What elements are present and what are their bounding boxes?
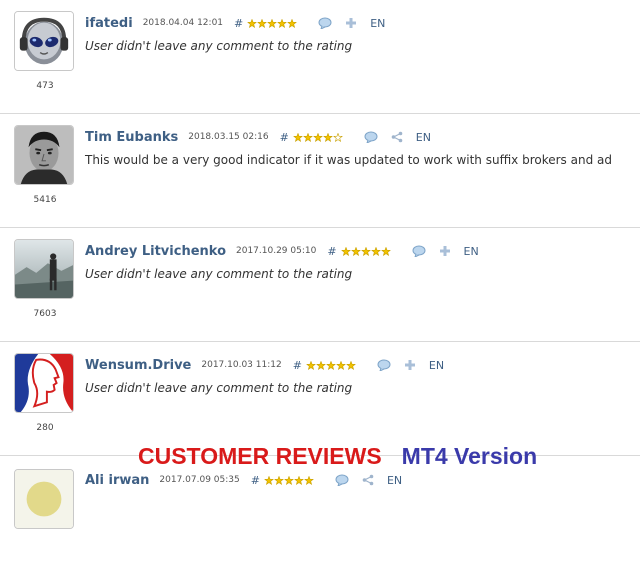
permalink-hash[interactable]: # [280,131,289,144]
star-filled-icon [302,132,313,142]
star-filled-icon [247,18,258,28]
author-link[interactable]: Tim Eubanks [85,130,178,145]
star-filled-icon [380,246,391,256]
share-icon[interactable] [361,474,375,486]
comment-icon[interactable] [318,17,332,29]
star-filled-icon [360,246,371,256]
plus-icon[interactable] [344,17,358,29]
review-comment: User didn't leave any comment to the rat… [85,267,353,281]
avatar-icon [15,470,73,528]
avatar[interactable] [14,11,74,71]
plus-icon[interactable] [438,245,452,257]
rating-count: 5416 [33,195,57,205]
author-link[interactable]: Wensum.Drive [85,358,191,373]
review-item: Ali irwan 2017.07.09 05:35 # EN [0,456,640,570]
star-filled-icon [304,475,314,485]
avatar[interactable] [14,469,74,529]
review-item: 7603 Andrey Litvichenko 2017.10.29 05:10… [0,228,640,342]
review-item: 473 ifatedi 2018.04.04 12:01 # EN User d… [0,0,640,114]
rating-count: 280 [36,423,54,433]
star-filled-icon [274,475,284,485]
comment-icon[interactable] [335,474,349,486]
review-date: 2017.07.09 05:35 [159,475,240,485]
review-meta: Andrey Litvichenko 2017.10.29 05:10 # EN [85,241,640,261]
star-filled-icon [326,360,336,370]
permalink-hash[interactable]: # [293,359,302,372]
comment-icon[interactable] [412,245,426,257]
language-link[interactable]: EN [387,474,402,487]
star-filled-icon [284,475,294,485]
author-link[interactable]: Andrey Litvichenko [85,244,226,259]
star-filled-icon [264,475,274,485]
review-meta: ifatedi 2018.04.04 12:01 # EN [85,13,640,33]
avatar[interactable] [14,125,74,185]
review-item: 5416 Tim Eubanks 2018.03.15 02:16 # EN T… [0,114,640,228]
share-icon[interactable] [390,131,404,143]
rating-count: 7603 [33,309,57,319]
star-empty-icon [332,132,343,142]
review-date: 2018.04.04 12:01 [142,18,224,28]
star-filled-icon [306,360,316,370]
man-portrait-avatar-icon [15,126,73,184]
star-filled-icon [267,18,278,28]
star-filled-icon [257,18,268,28]
banner-subtitle: MT4 Version [401,443,538,469]
star-filled-icon [336,360,346,370]
figure-landscape-avatar-icon [15,240,73,298]
language-link[interactable]: EN [429,359,444,372]
rating-count: 473 [36,81,54,91]
permalink-hash[interactable]: # [234,17,243,30]
star-filled-icon [287,18,298,28]
permalink-hash[interactable]: # [327,245,336,258]
review-date: 2017.10.03 11:12 [201,360,282,370]
star-filled-icon [294,475,304,485]
star-filled-icon [292,132,303,142]
plus-icon[interactable] [403,359,417,371]
star-rating [306,360,356,370]
review-comment: User didn't leave any comment to the rat… [85,381,353,395]
language-link[interactable]: EN [464,245,479,258]
star-rating [247,18,298,28]
star-rating [340,246,391,256]
review-meta: Ali irwan 2017.07.09 05:35 # EN [85,470,640,490]
promo-banner: CUSTOMER REVIEWS MT4 Version [138,443,537,470]
silhouette-profile-avatar-icon [15,354,73,412]
star-rating [264,475,314,485]
permalink-hash[interactable]: # [251,474,260,487]
comment-icon[interactable] [377,359,391,371]
star-filled-icon [346,360,356,370]
language-link[interactable]: EN [416,131,431,144]
review-date: 2018.03.15 02:16 [188,132,269,142]
review-comment: User didn't leave any comment to the rat… [85,39,353,53]
star-filled-icon [312,132,323,142]
review-date: 2017.10.29 05:10 [236,246,317,256]
review-comment: This would be a very good indicator if i… [85,153,612,167]
alien-headphones-avatar-icon [15,12,73,70]
author-link[interactable]: Ali irwan [85,473,149,488]
avatar[interactable] [14,353,74,413]
banner-title: CUSTOMER REVIEWS [138,443,382,469]
avatar[interactable] [14,239,74,299]
star-filled-icon [370,246,381,256]
review-meta: Wensum.Drive 2017.10.03 11:12 # EN [85,355,640,375]
review-item: 280 Wensum.Drive 2017.10.03 11:12 # EN U… [0,342,640,456]
star-filled-icon [340,246,351,256]
star-filled-icon [350,246,361,256]
star-filled-icon [277,18,288,28]
author-link[interactable]: ifatedi [85,16,133,31]
star-filled-icon [322,132,333,142]
language-link[interactable]: EN [370,17,385,30]
star-filled-icon [316,360,326,370]
comment-icon[interactable] [364,131,378,143]
review-meta: Tim Eubanks 2018.03.15 02:16 # EN [85,127,640,147]
star-rating [292,132,343,142]
